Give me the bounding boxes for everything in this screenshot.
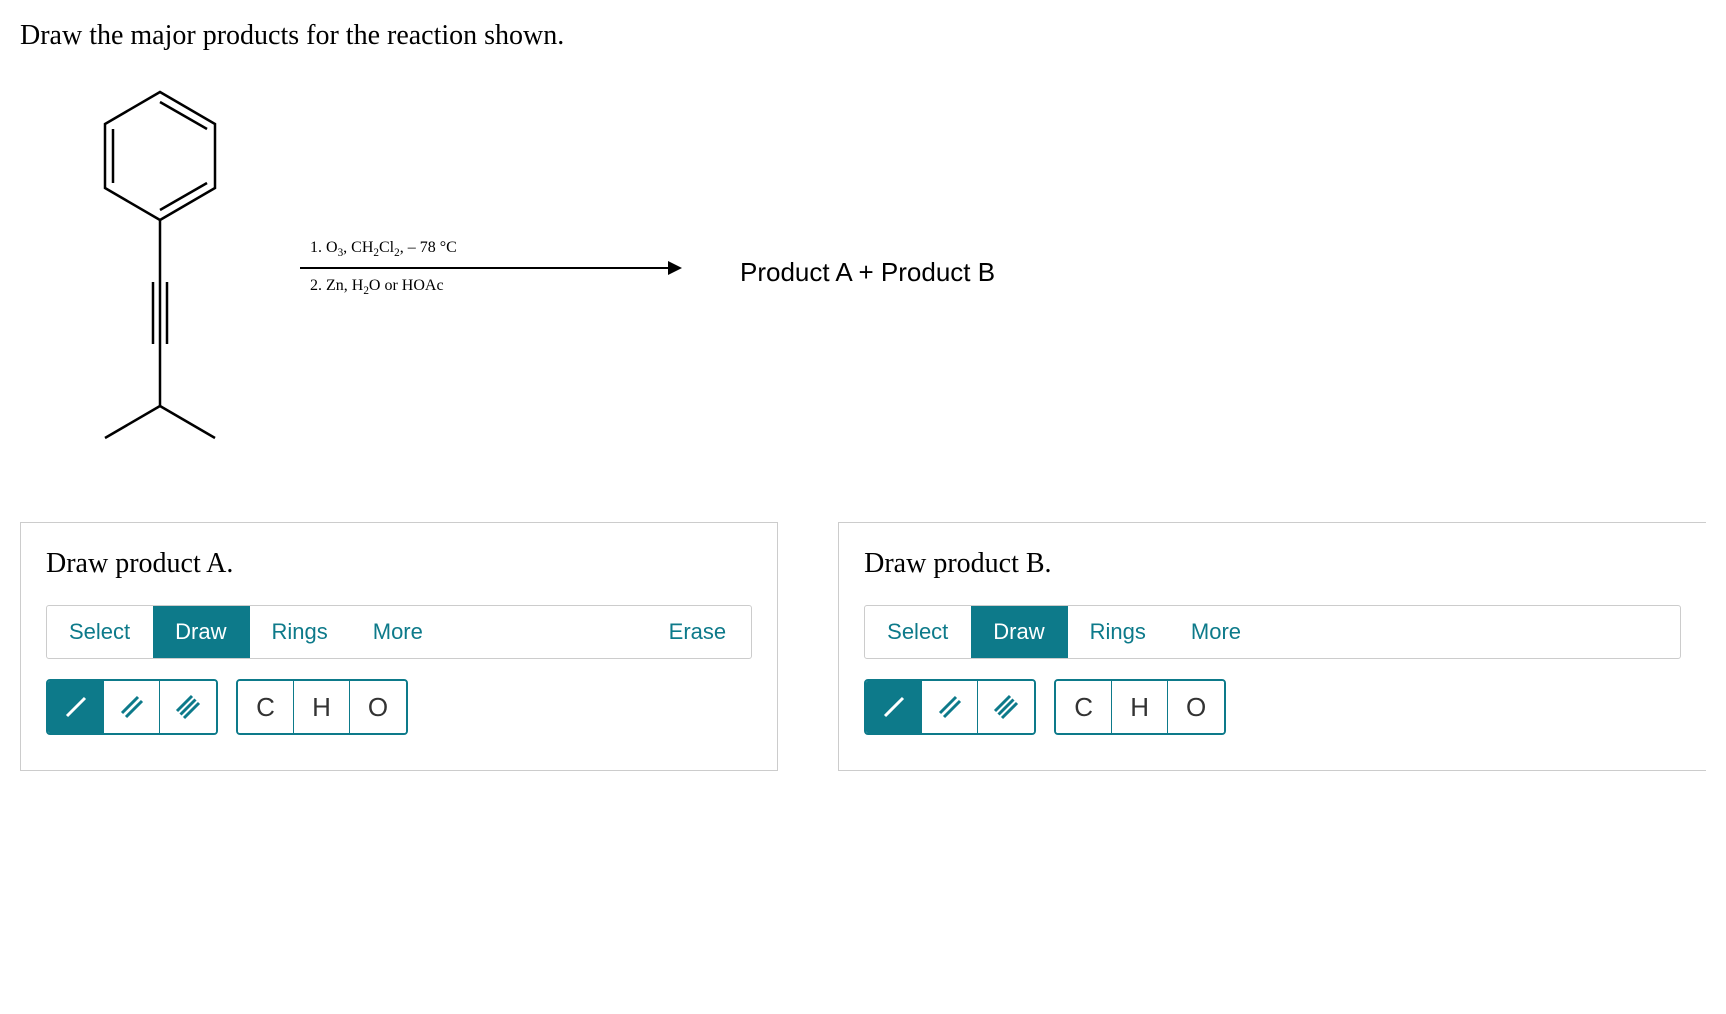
reagent-text: Cl [379,239,394,256]
hydrogen-atom-button[interactable]: H [294,681,350,733]
toolbar-tabs: Select Draw Rings More [865,606,1264,658]
triple-bond-icon [991,692,1021,722]
double-bond-icon [117,692,147,722]
oxygen-atom-button[interactable]: O [1168,681,1224,733]
single-bond-button[interactable] [866,681,922,733]
panel-b-title: Draw product B. [864,548,1681,580]
tool-row-b: C H O [864,679,1681,735]
hydrogen-atom-button[interactable]: H [1112,681,1168,733]
tab-draw[interactable]: Draw [971,606,1067,658]
tab-rings[interactable]: Rings [250,606,351,658]
oxygen-atom-button[interactable]: O [350,681,406,733]
atom-tool-group: C H O [1054,679,1226,735]
bond-tool-group [864,679,1036,735]
reagent-text: O or HOAc [369,277,444,294]
triple-bond-button[interactable] [160,681,216,733]
reaction-scheme: 1. O3, CH2Cl2, – 78 °C 2. Zn, H2O or HOA… [60,82,1706,462]
products-label: Product A + Product B [740,257,995,288]
reagent-text: 1. O [310,239,338,256]
single-bond-icon [879,692,909,722]
tab-select[interactable]: Select [47,606,153,658]
tab-rings[interactable]: Rings [1068,606,1169,658]
reagent-text: 2. Zn, H [310,277,363,294]
toolbar-tabs: Select Draw Rings More [47,606,446,658]
question-prompt: Draw the major products for the reaction… [20,20,1706,52]
triple-bond-icon [173,692,203,722]
drawing-panels-container: Draw product A. Select Draw Rings More E… [20,522,1706,771]
carbon-atom-button[interactable]: C [1056,681,1112,733]
drawing-panel-a: Draw product A. Select Draw Rings More E… [20,522,778,771]
single-bond-icon [61,692,91,722]
double-bond-button[interactable] [104,681,160,733]
reagent-step-2: 2. Zn, H2O or HOAc [300,277,680,297]
erase-button[interactable]: Erase [644,606,751,658]
reaction-arrow [300,267,680,269]
tab-select[interactable]: Select [865,606,971,658]
bond-tool-group [46,679,218,735]
drawing-panel-b: Draw product B. Select Draw Rings More [838,522,1706,771]
toolbar-a: Select Draw Rings More Erase [46,605,752,659]
panel-a-title: Draw product A. [46,548,752,580]
tab-more[interactable]: More [351,606,446,658]
reagent-step-1: 1. O3, CH2Cl2, – 78 °C [300,239,680,259]
carbon-atom-button[interactable]: C [238,681,294,733]
reaction-conditions: 1. O3, CH2Cl2, – 78 °C 2. Zn, H2O or HOA… [300,239,680,305]
double-bond-icon [935,692,965,722]
reagent-text: , – 78 °C [400,239,457,256]
tab-more[interactable]: More [1169,606,1264,658]
single-bond-button[interactable] [48,681,104,733]
tool-row-a: C H O [46,679,752,735]
toolbar-b: Select Draw Rings More [864,605,1681,659]
tab-draw[interactable]: Draw [153,606,249,658]
triple-bond-button[interactable] [978,681,1034,733]
reagent-text: , CH [343,239,373,256]
double-bond-button[interactable] [922,681,978,733]
starting-material-structure [60,82,260,462]
atom-tool-group: C H O [236,679,408,735]
